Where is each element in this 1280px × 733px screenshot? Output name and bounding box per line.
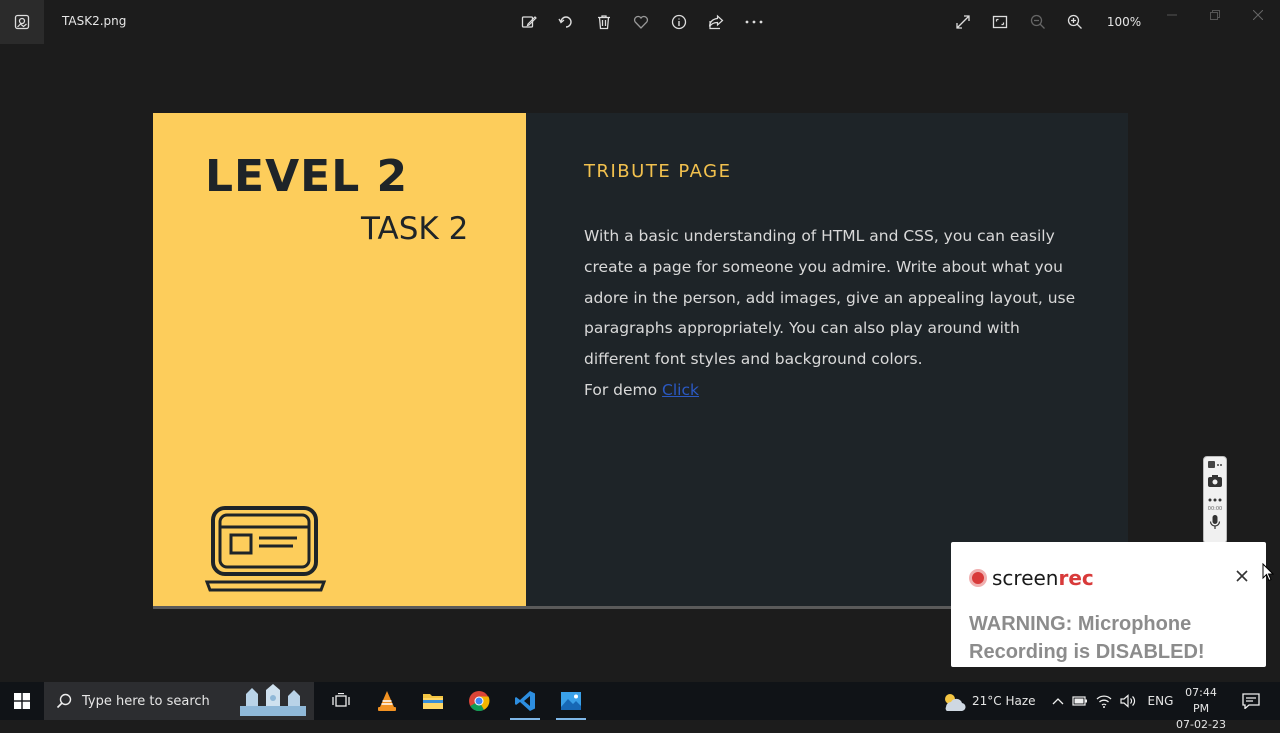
wifi-icon <box>1096 695 1111 708</box>
file-explorer-button[interactable] <box>410 682 456 720</box>
tribute-heading: TRIBUTE PAGE <box>584 161 732 182</box>
description-text: With a basic understanding of HTML and C… <box>584 227 1076 369</box>
task-view-icon <box>332 693 350 707</box>
zoom-in-icon <box>1068 14 1083 29</box>
system-tray: 21°C Haze ENG <box>940 682 1181 720</box>
favorite-icon <box>634 15 649 29</box>
title-bar: TASK2.png 100% <box>0 0 1280 44</box>
weather-widget[interactable]: 21°C Haze <box>940 691 1036 711</box>
search-placeholder: Type here to search <box>82 693 210 709</box>
vscode-icon <box>515 691 535 711</box>
close-icon <box>1252 10 1263 20</box>
clock-date: 07-02-23 <box>1176 718 1226 731</box>
more-icon <box>745 20 763 24</box>
record-dot-icon <box>969 569 987 587</box>
file-name: TASK2.png <box>62 14 127 28</box>
restore-button[interactable] <box>1193 0 1236 30</box>
mouse-cursor-icon <box>1262 563 1274 582</box>
clock-time: 07:44 PM <box>1185 686 1217 715</box>
logo-text-screen: screen <box>992 566 1059 590</box>
screenrec-warning-toast: screen rec WARNING: Microphone Recording … <box>951 542 1266 667</box>
volume-icon <box>1119 694 1135 708</box>
chrome-icon <box>469 691 490 712</box>
screenrec-menu-icon[interactable] <box>1206 460 1224 470</box>
zoom-in-button[interactable] <box>1057 6 1095 38</box>
demo-link: Click <box>662 380 699 399</box>
fullscreen-button[interactable] <box>944 6 982 38</box>
info-button[interactable] <box>660 6 698 38</box>
more-options-icon[interactable] <box>1207 496 1223 504</box>
edit-image-icon <box>521 16 537 28</box>
logo-text-rec: rec <box>1058 566 1094 590</box>
windows-logo-icon <box>14 693 30 709</box>
description-paragraph: With a basic understanding of HTML and C… <box>584 221 1084 406</box>
battery-icon <box>1071 696 1087 706</box>
battery-indicator[interactable] <box>1071 695 1088 707</box>
search-icon <box>56 693 72 709</box>
photos-app-button[interactable] <box>548 682 594 720</box>
photos-app-window: TASK2.png 100% LEVEL 2 TASK 2 TRIBUTE PA… <box>0 0 1280 682</box>
image-right-panel: TRIBUTE PAGE With a basic understanding … <box>526 113 1128 608</box>
rotate-icon <box>558 16 572 28</box>
screenrec-logo: screen rec <box>969 566 1094 590</box>
delete-icon <box>597 15 610 30</box>
close-button[interactable] <box>1236 0 1279 30</box>
zoom-out-icon <box>1030 14 1045 29</box>
vlc-icon <box>378 691 396 711</box>
notification-icon <box>1242 693 1260 709</box>
chevron-up-icon <box>1052 698 1063 705</box>
image-left-panel: LEVEL 2 TASK 2 <box>153 113 526 608</box>
delete-button[interactable] <box>585 6 623 38</box>
task-title: TASK 2 <box>361 211 469 247</box>
vscode-app-button[interactable] <box>502 682 548 720</box>
image-toolbar <box>510 6 773 38</box>
level-title: LEVEL 2 <box>205 151 409 202</box>
vlc-app-button[interactable] <box>364 682 410 720</box>
info-icon <box>671 14 686 30</box>
photos-icon <box>561 692 581 710</box>
window-controls <box>1150 0 1279 32</box>
close-toast-icon[interactable] <box>1234 568 1250 584</box>
rotate-button[interactable] <box>548 6 586 38</box>
task-view-button[interactable] <box>318 682 364 720</box>
taskbar-clock[interactable]: 07:44 PM 07-02-23 <box>1176 685 1226 733</box>
microphone-warning-text: WARNING: Microphone Recording is DISABLE… <box>969 613 1205 663</box>
taskbar-search[interactable]: Type here to search <box>44 682 314 720</box>
microphone-icon[interactable] <box>1209 514 1221 530</box>
zoom-level[interactable]: 100% <box>1094 15 1154 29</box>
taskbar-apps <box>318 682 594 720</box>
network-indicator[interactable] <box>1096 694 1112 708</box>
search-highlight-icon <box>240 684 306 716</box>
language-indicator[interactable]: ENG <box>1148 694 1174 708</box>
share-button[interactable] <box>698 6 736 38</box>
screenrec-control-bar: 00:00 <box>1203 456 1227 544</box>
share-icon <box>709 14 724 30</box>
camera-icon[interactable] <box>1207 474 1223 488</box>
start-button[interactable] <box>0 682 44 720</box>
more-button[interactable] <box>735 6 773 38</box>
displayed-image: LEVEL 2 TASK 2 TRIBUTE PAGE With a basic… <box>153 113 1128 608</box>
zoom-out-button[interactable] <box>1019 6 1057 38</box>
weather-text: 21°C Haze <box>972 694 1036 708</box>
edit-image-button[interactable] <box>510 6 548 38</box>
laptop-icon <box>204 506 327 592</box>
recording-timer: 00:00 <box>1207 506 1223 512</box>
show-hidden-icons-button[interactable] <box>1052 696 1064 706</box>
fit-to-window-button[interactable] <box>982 6 1020 38</box>
minimize-icon <box>1166 14 1177 16</box>
folder-icon <box>423 694 443 709</box>
restore-icon <box>1209 10 1220 20</box>
expand-icon <box>956 15 970 29</box>
favorite-button[interactable] <box>623 6 661 38</box>
chrome-app-button[interactable] <box>456 682 502 720</box>
view-tools: 100% <box>944 6 1154 38</box>
volume-indicator[interactable] <box>1119 694 1136 708</box>
weather-haze-icon <box>945 694 966 711</box>
notification-center-button[interactable] <box>1236 682 1266 720</box>
windows-taskbar: Type here to search 21°C Haze ENG 07:44 … <box>0 682 1280 731</box>
minimize-button[interactable] <box>1150 0 1193 30</box>
photos-app-icon[interactable] <box>0 0 44 44</box>
demo-prefix: For demo <box>584 380 658 399</box>
fit-window-icon <box>993 15 1008 29</box>
